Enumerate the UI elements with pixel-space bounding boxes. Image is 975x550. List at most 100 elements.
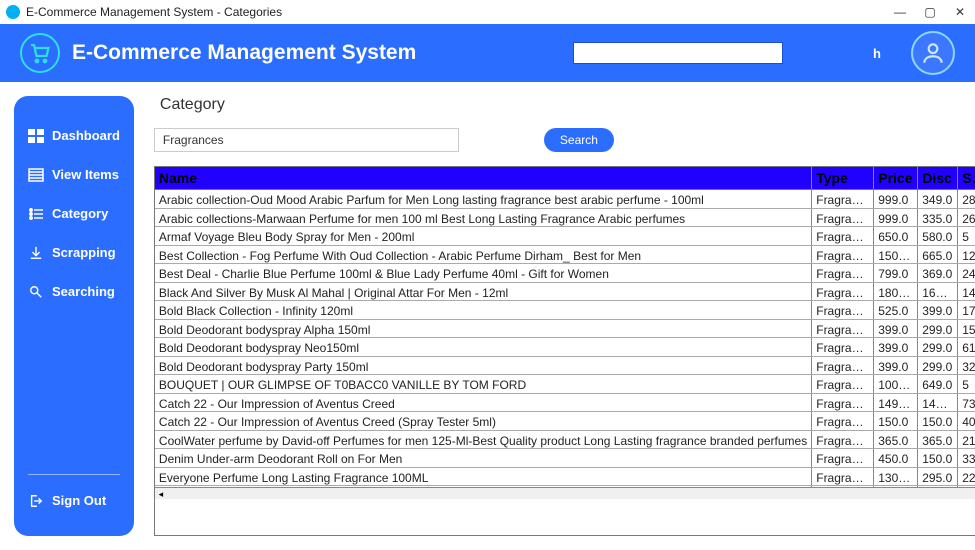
- cell-type: Fragrances: [812, 375, 874, 393]
- cell-disc: 299.0: [918, 357, 958, 375]
- category-search-input[interactable]: [154, 128, 459, 152]
- cell-price: 150.0: [874, 412, 918, 430]
- data-table: Name Type Price Disc Sold Reviews R ▲ Ar…: [154, 166, 975, 536]
- cell-price: 399.0: [874, 320, 918, 338]
- table-row[interactable]: Best Deal - Charlie Blue Perfume 100ml &…: [155, 264, 975, 283]
- app-title: E-Commerce Management System: [72, 41, 416, 65]
- cell-sold: 61: [958, 338, 975, 356]
- table-row[interactable]: Bold Deodorant bodyspray Alpha 150mlFrag…: [155, 320, 975, 339]
- cell-price: 1300.0: [874, 468, 918, 486]
- table-row[interactable]: CoolWater perfume by David-off Perfumes …: [155, 431, 975, 450]
- content: Category Search Name Type Price Disc Sol…: [134, 96, 975, 536]
- sidebar-item-label: Sign Out: [52, 493, 106, 508]
- maximize-button[interactable]: ▢: [915, 0, 945, 24]
- avatar-button[interactable]: [911, 31, 955, 75]
- table-row[interactable]: Armaf Voyage Bleu Body Spray for Men - 2…: [155, 227, 975, 246]
- table-row[interactable]: Bold Deodorant bodyspray Neo150mlFragran…: [155, 338, 975, 357]
- sidebar-item-signout[interactable]: Sign Out: [14, 481, 134, 520]
- sidebar-item-label: Dashboard: [52, 128, 120, 143]
- cell-disc: 150.0: [918, 412, 958, 430]
- sidebar-item-dashboard[interactable]: Dashboard: [14, 116, 134, 155]
- window-controls: — ▢ ✕: [885, 0, 975, 24]
- cell-price: 799.0: [874, 264, 918, 282]
- table-row[interactable]: Bold Black Collection - Infinity 120mlFr…: [155, 301, 975, 320]
- cell-type: Fragrances: [812, 338, 874, 356]
- cell-sold: 263: [958, 209, 975, 227]
- sidebar-item-scrapping[interactable]: Scrapping: [14, 233, 134, 272]
- table-row[interactable]: Everyone Perfume Long Lasting Fragrance …: [155, 468, 975, 487]
- sidebar-item-category[interactable]: Category: [14, 194, 134, 233]
- search-button[interactable]: Search: [544, 128, 614, 152]
- cell-type: Fragrances: [812, 209, 874, 227]
- cell-name: Bold Deodorant bodyspray Alpha 150ml: [155, 320, 812, 338]
- cell-name: Best Deal - Charlie Blue Perfume 100ml &…: [155, 264, 812, 282]
- cell-disc: 349.0: [918, 190, 958, 208]
- cell-name: Best Collection - Fog Perfume With Oud C…: [155, 246, 812, 264]
- col-header-disc[interactable]: Disc: [918, 167, 958, 189]
- cell-name: Armaf Voyage Bleu Body Spray for Men - 2…: [155, 227, 812, 245]
- search-row: Search: [154, 128, 975, 152]
- cell-disc: 665.0: [918, 246, 958, 264]
- topbar-search-input[interactable]: [573, 42, 783, 64]
- cell-disc: 1600.0: [918, 283, 958, 301]
- col-header-type[interactable]: Type: [812, 167, 874, 189]
- cell-name: Arabic collections-Marwaan Perfume for m…: [155, 209, 812, 227]
- table-row[interactable]: Bold Deodorant bodyspray Party 150mlFrag…: [155, 357, 975, 376]
- cell-name: BOUQUET | OUR GLIMPSE OF T0BACC0 VANILLE…: [155, 375, 812, 393]
- sidebar-item-view-items[interactable]: View Items: [14, 155, 134, 194]
- cell-type: Fragrances: [812, 320, 874, 338]
- cell-price: 999.0: [874, 209, 918, 227]
- cell-type: Fragrances: [812, 246, 874, 264]
- table-row[interactable]: Arabic collection-Oud Mood Arabic Parfum…: [155, 190, 975, 209]
- cell-type: Fragrances: [812, 449, 874, 467]
- sidebar-item-searching[interactable]: Searching: [14, 272, 134, 311]
- cell-name: Black And Silver By Musk Al Mahal | Orig…: [155, 283, 812, 301]
- cell-price: 1000.0: [874, 375, 918, 393]
- cell-name: Bold Black Collection - Infinity 120ml: [155, 301, 812, 319]
- cell-price: 399.0: [874, 357, 918, 375]
- col-header-name[interactable]: Name: [155, 167, 812, 189]
- cell-price: 999.0: [874, 190, 918, 208]
- cell-sold: 24: [958, 264, 975, 282]
- cell-price: 525.0: [874, 301, 918, 319]
- cell-price: 1490.0: [874, 394, 918, 412]
- search-small-icon: [28, 285, 44, 299]
- table-row[interactable]: Catch 22 - Our Impression of Aventus Cre…: [155, 394, 975, 413]
- cell-type: Fragrances: [812, 357, 874, 375]
- window-title: E-Commerce Management System - Categorie…: [26, 5, 282, 19]
- app-icon: [6, 5, 20, 19]
- cell-disc: 299.0: [918, 320, 958, 338]
- table-row[interactable]: Best Collection - Fog Perfume With Oud C…: [155, 246, 975, 265]
- cell-disc: 1490.0: [918, 394, 958, 412]
- horizontal-scrollbar[interactable]: ◂▸: [155, 487, 975, 499]
- cell-disc: 150.0: [918, 449, 958, 467]
- table-row[interactable]: Black And Silver By Musk Al Mahal | Orig…: [155, 283, 975, 302]
- cell-name: Bold Deodorant bodyspray Neo150ml: [155, 338, 812, 356]
- col-header-price[interactable]: Price: [874, 167, 918, 189]
- list-icon: [28, 168, 44, 182]
- cell-name: Catch 22 - Our Impression of Aventus Cre…: [155, 412, 812, 430]
- col-header-sold[interactable]: Sold: [958, 167, 975, 189]
- cell-disc: 365.0: [918, 431, 958, 449]
- minimize-button[interactable]: —: [885, 0, 915, 24]
- table-row[interactable]: Arabic collections-Marwaan Perfume for m…: [155, 209, 975, 228]
- table-row[interactable]: Denim Under-arm Deodorant Roll on For Me…: [155, 449, 975, 468]
- sidebar-item-label: Category: [52, 206, 108, 221]
- cell-sold: 406: [958, 412, 975, 430]
- cell-disc: 399.0: [918, 301, 958, 319]
- cell-sold: 214: [958, 431, 975, 449]
- titlebar: E-Commerce Management System - Categorie…: [0, 0, 975, 24]
- download-icon: [28, 246, 44, 260]
- table-row[interactable]: BOUQUET | OUR GLIMPSE OF T0BACC0 VANILLE…: [155, 375, 975, 394]
- sidebar-divider: [28, 474, 120, 475]
- close-button[interactable]: ✕: [945, 0, 975, 24]
- sidebar: Dashboard View Items Category Scrapping …: [14, 96, 134, 536]
- cell-disc: 335.0: [918, 209, 958, 227]
- cell-sold: 734: [958, 394, 975, 412]
- cell-type: Fragrances: [812, 283, 874, 301]
- cell-name: Catch 22 - Our Impression of Aventus Cre…: [155, 394, 812, 412]
- table-row[interactable]: Catch 22 - Our Impression of Aventus Cre…: [155, 412, 975, 431]
- cell-sold: 33: [958, 449, 975, 467]
- cell-name: CoolWater perfume by David-off Perfumes …: [155, 431, 812, 449]
- cell-disc: 649.0: [918, 375, 958, 393]
